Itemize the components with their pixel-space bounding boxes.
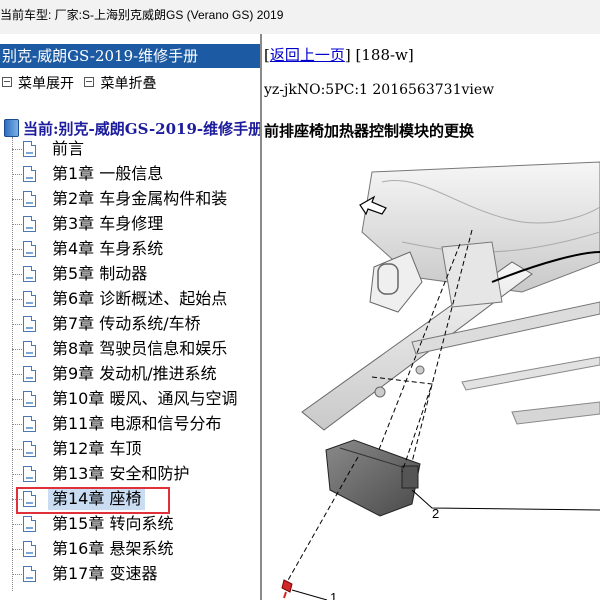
tree-branch — [12, 299, 22, 300]
document-icon — [23, 216, 36, 232]
procedure-title: 前排座椅加热器控制模块的更换 — [264, 122, 475, 140]
tree-item[interactable]: 第17章 变速器 — [0, 562, 260, 587]
tree-item[interactable]: 第9章 发动机/推进系统 — [0, 362, 260, 387]
document-icon — [23, 416, 36, 432]
back-link[interactable]: 返回上一页 — [270, 46, 345, 64]
document-icon — [23, 316, 36, 332]
tree-item-label: 第11章 电源和信号分布 — [52, 414, 222, 433]
expand-menu-button[interactable]: 菜单展开 — [0, 73, 74, 93]
manual-header: 别克-威朗GS-2019-维修手册 — [0, 44, 260, 68]
tree-item[interactable]: 第11章 电源和信号分布 — [0, 412, 260, 437]
tree-item-label: 前言 — [52, 139, 85, 158]
tree-item[interactable]: 第16章 悬架系统 — [0, 537, 260, 562]
tree-item-label: 第10章 暖风、通风与空调 — [52, 389, 238, 408]
tree-item-label: 第7章 传动系统/车桥 — [52, 314, 201, 333]
tree-item-label: 第16章 悬架系统 — [52, 539, 174, 558]
menu-controls: 菜单展开 菜单折叠 — [0, 73, 156, 93]
tree-branch — [12, 424, 22, 425]
tree-item[interactable]: 第15章 转向系统 — [0, 512, 260, 537]
document-icon — [23, 241, 36, 257]
tree-item[interactable]: 第12章 车顶 — [0, 437, 260, 462]
tree-item-label: 第6章 诊断概述、起始点 — [52, 289, 228, 308]
tree-item[interactable]: 第7章 传动系统/车桥 — [0, 312, 260, 337]
tree-root[interactable]: 当前:别克-威朗GS-2019-维修手册 — [0, 118, 260, 139]
tree-item[interactable]: 第14章 座椅 — [0, 487, 260, 514]
tree-item[interactable]: 第1章 一般信息 — [0, 162, 260, 187]
tree-item-label: 第3章 车身修理 — [52, 214, 164, 233]
document-icon — [23, 341, 36, 357]
tree-branch — [12, 549, 22, 550]
page-code: [188-w] — [355, 46, 414, 64]
tree-item-label: 第5章 制动器 — [52, 264, 148, 283]
tree-item-label: 第2章 车身金属构件和装 — [52, 189, 228, 208]
tree-item-label: 第17章 变速器 — [52, 564, 158, 583]
tree-item[interactable]: 第4章 车身系统 — [0, 237, 260, 262]
document-icon — [23, 266, 36, 282]
content-pane: [返回上一页] [188-w] yz-jkNO:5PC:1 2016563731… — [262, 34, 600, 600]
vehicle-title: 当前车型: 厂家:S-上海别克威朗GS (Verano GS) 2019 — [0, 8, 284, 22]
document-id: yz-jkNO:5PC:1 2016563731view — [264, 82, 495, 98]
callout-2: 2 — [411, 489, 600, 521]
tree-branch — [12, 374, 22, 375]
tree-item-label: 第1章 一般信息 — [52, 164, 164, 183]
tree-branch — [12, 324, 22, 325]
tree-branch — [12, 274, 22, 275]
fastener-icon — [281, 579, 293, 599]
sidebar: 别克-威朗GS-2019-维修手册 菜单展开 菜单折叠 当前:别克-威朗GS-2… — [0, 34, 260, 600]
heater-control-module — [325, 439, 421, 517]
tree-branch — [12, 524, 22, 525]
tree-branch — [12, 399, 22, 400]
tree-item[interactable]: 第10章 暖风、通风与空调 — [0, 387, 260, 412]
tree-branch — [12, 474, 22, 475]
tree-branch — [12, 449, 22, 450]
document-icon — [23, 516, 36, 532]
nav-row: [返回上一页] [188-w] — [264, 46, 414, 64]
document-icon — [23, 191, 36, 207]
tree-branch — [12, 574, 22, 575]
tree-branch — [12, 149, 22, 150]
svg-text:1: 1 — [330, 590, 337, 600]
expand-icon — [2, 77, 12, 87]
document-icon — [23, 566, 36, 582]
document-icon — [23, 441, 36, 457]
selection-highlight — [16, 487, 170, 514]
tree-item-label: 第15章 转向系统 — [52, 514, 174, 533]
tree-item[interactable]: 第6章 诊断概述、起始点 — [0, 287, 260, 312]
document-icon — [23, 541, 36, 557]
tree-branch — [12, 224, 22, 225]
document-icon — [23, 141, 36, 157]
tree-item[interactable]: 第2章 车身金属构件和装 — [0, 187, 260, 212]
tree-item[interactable]: 第8章 驾驶员信息和娱乐 — [0, 337, 260, 362]
collapse-menu-button[interactable]: 菜单折叠 — [82, 73, 156, 93]
tree-branch — [12, 199, 22, 200]
tree-item-label: 第9章 发动机/推进系统 — [52, 364, 217, 383]
document-icon — [23, 291, 36, 307]
tree-item[interactable]: 第3章 车身修理 — [0, 212, 260, 237]
tree-item-label: 第12章 车顶 — [52, 439, 142, 458]
document-icon — [23, 366, 36, 382]
seat-module-illustration: 2 1 — [281, 161, 600, 600]
tree-item-label: 第8章 驾驶员信息和娱乐 — [52, 339, 228, 358]
tree-root-label: 当前:别克-威朗GS-2019-维修手册 — [23, 120, 260, 138]
tree-item[interactable]: 第5章 制动器 — [0, 262, 260, 287]
tree-item[interactable]: 前言 — [0, 137, 260, 162]
tree-item-label: 第13章 安全和防护 — [52, 464, 190, 483]
tree-item[interactable]: 第13章 安全和防护 — [0, 462, 260, 487]
collapse-icon — [84, 77, 95, 87]
svg-text:2: 2 — [432, 506, 439, 521]
document-icon — [23, 166, 36, 182]
callout-1: 1 — [291, 589, 337, 600]
book-icon — [4, 119, 19, 137]
tree-branch — [12, 174, 22, 175]
tree-item-label: 第4章 车身系统 — [52, 239, 164, 258]
document-icon — [23, 466, 36, 482]
tree-branch — [12, 249, 22, 250]
tree-branch — [12, 349, 22, 350]
document-icon — [23, 391, 36, 407]
title-bar: 当前车型: 厂家:S-上海别克威朗GS (Verano GS) 2019 — [0, 0, 600, 35]
